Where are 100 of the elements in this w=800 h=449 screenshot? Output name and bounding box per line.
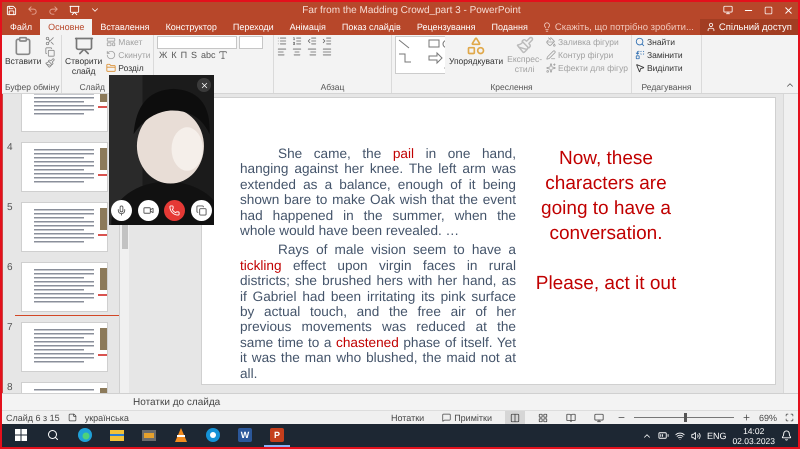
close-icon[interactable] (783, 4, 794, 16)
taskbar-app[interactable]: P (264, 424, 290, 447)
ribbon-tab[interactable]: Файл (2, 19, 40, 35)
scrollbar[interactable] (783, 94, 798, 393)
slide-number: 4 (7, 142, 14, 153)
ribbon-button[interactable]: Знайти (635, 36, 683, 48)
ribbon-button[interactable]: Розділ (106, 62, 150, 74)
slide-number: 5 (7, 202, 14, 213)
cut-icon[interactable] (45, 36, 56, 46)
edge-icon (77, 426, 93, 442)
ribbon-button[interactable]: Замінити (635, 49, 683, 61)
slide-number: 6 (7, 262, 14, 273)
slide-paragraph: Rays of male vision seem to have a tickling effect upon virgin faces in rural districts; she brushed hers with her hand, as if Gabriel had been irritating its pink surface by actual touch, and the free air of her previous movements was reduced at the same time to a chastened phase of itself. Yet it was the man who blushed, the maid not at all. (240, 242, 516, 382)
pen-icon (546, 50, 556, 60)
tell-me-field[interactable]: Скажіть, що потрібно зробити... (536, 19, 700, 35)
font-name-field[interactable] (157, 36, 237, 49)
format-button[interactable]: П (178, 50, 190, 60)
wifi-icon (674, 430, 685, 440)
format-button[interactable]: abc (199, 50, 218, 60)
grid-icon (538, 412, 548, 422)
indent-icon[interactable] (322, 36, 332, 46)
arrange-button[interactable]: Упорядкувати (448, 36, 504, 82)
slide-thumbnail[interactable] (21, 262, 108, 312)
ribbon-tab[interactable]: Рецензування (408, 19, 484, 35)
brush-icon[interactable] (45, 58, 56, 68)
maximize-icon[interactable] (764, 6, 773, 14)
slide-number: 8 (7, 382, 14, 393)
spellcheck-icon (68, 413, 77, 422)
volume-icon[interactable] (690, 430, 701, 440)
taskbar-app[interactable]: W (232, 424, 258, 447)
copy-icon[interactable] (45, 47, 56, 57)
brush-icon (516, 36, 534, 54)
share-button[interactable]: Спільний доступ (700, 19, 798, 35)
ribbon-tab[interactable]: Подання (484, 19, 536, 35)
text-color-icon[interactable] (218, 50, 228, 60)
presentation-icon[interactable] (69, 4, 80, 16)
phone-icon (169, 205, 180, 216)
slide-icon (74, 36, 94, 56)
ribbon-tab[interactable]: Основне (40, 19, 92, 35)
language-label: українська (84, 412, 129, 422)
word-icon: W (238, 428, 252, 442)
format-button[interactable]: Ж (157, 50, 170, 60)
ribbon-tab[interactable]: Анімація (282, 19, 334, 35)
slide-thumbnail[interactable] (21, 142, 108, 192)
slide-paragraph: She came, the pail in one hand, hanging against her knee. The left arm was extended as a balance, enough of it being shown bare to make Oak wish that the event had happened in the summer, when the whole would have been revealed. … (240, 146, 516, 238)
group-label: Редагування (640, 82, 692, 93)
format-button[interactable]: S (189, 50, 200, 60)
display-options-icon[interactable] (723, 5, 733, 15)
battery-icon (658, 430, 669, 441)
ribbon-tab[interactable]: Показ слайдів (334, 19, 409, 35)
slideshow-icon (594, 412, 604, 422)
paint-bucket-icon (546, 37, 556, 47)
notifications-icon[interactable] (781, 430, 792, 441)
align-right-icon[interactable] (307, 47, 317, 57)
slide-thumbnail[interactable] (21, 202, 108, 252)
camera-icon (142, 205, 154, 216)
ribbon-tab[interactable]: Конструктор (158, 19, 225, 35)
language-indicator[interactable]: ENG (706, 430, 726, 440)
notes-pane[interactable]: Нотатки до слайда (2, 393, 798, 410)
layout-icon (106, 37, 116, 47)
slide-text: Now, these characters are going to have a conversation. (540, 147, 672, 246)
paste-button[interactable]: Вставити (5, 36, 42, 82)
person-icon (706, 22, 716, 32)
slide-text: Please, act it out (534, 272, 678, 296)
notes-button[interactable]: Нотатки (386, 410, 430, 424)
clock[interactable]: 14:02 02.03.2023 (732, 426, 775, 446)
reset-icon (106, 50, 116, 60)
scrollbar[interactable] (119, 225, 129, 393)
numbering-icon[interactable] (292, 36, 302, 46)
shapes-gallery-drawing[interactable] (395, 36, 445, 74)
zoom-level: 69% (758, 412, 777, 422)
zoom-in-icon[interactable] (742, 413, 751, 422)
fit-icon[interactable] (785, 413, 794, 422)
group-label: Слайд (78, 82, 106, 93)
font-size-field[interactable] (239, 36, 263, 49)
search-icon (635, 37, 645, 47)
ribbon-button[interactable]: Виділити (635, 62, 683, 74)
new-slide-button[interactable]: Створити слайд (65, 36, 102, 82)
save-icon[interactable] (6, 4, 17, 16)
align-left-icon[interactable] (277, 47, 287, 57)
justify-icon[interactable] (322, 47, 332, 57)
bullets-icon[interactable] (277, 36, 287, 46)
format-button[interactable]: К (169, 50, 179, 60)
ribbon-tab[interactable]: Переходи (224, 19, 282, 35)
slide-number: 7 (7, 322, 14, 333)
slide-thumbnail[interactable] (21, 322, 108, 372)
comments-button[interactable]: Примітки (437, 410, 497, 424)
lightbulb-icon (542, 22, 552, 32)
search-icon (47, 428, 59, 440)
close-icon (200, 80, 208, 90)
group-label: Креслення (489, 82, 534, 93)
skype-icon (205, 426, 221, 442)
align-center-icon[interactable] (292, 47, 302, 57)
section-icon (106, 63, 116, 73)
shapes-icon (466, 36, 486, 56)
ribbon-tab[interactable]: Вставлення (92, 19, 158, 35)
book-icon (566, 412, 576, 422)
folder-icon (109, 428, 125, 442)
outdent-icon[interactable] (307, 36, 317, 46)
view-button[interactable] (504, 410, 525, 424)
